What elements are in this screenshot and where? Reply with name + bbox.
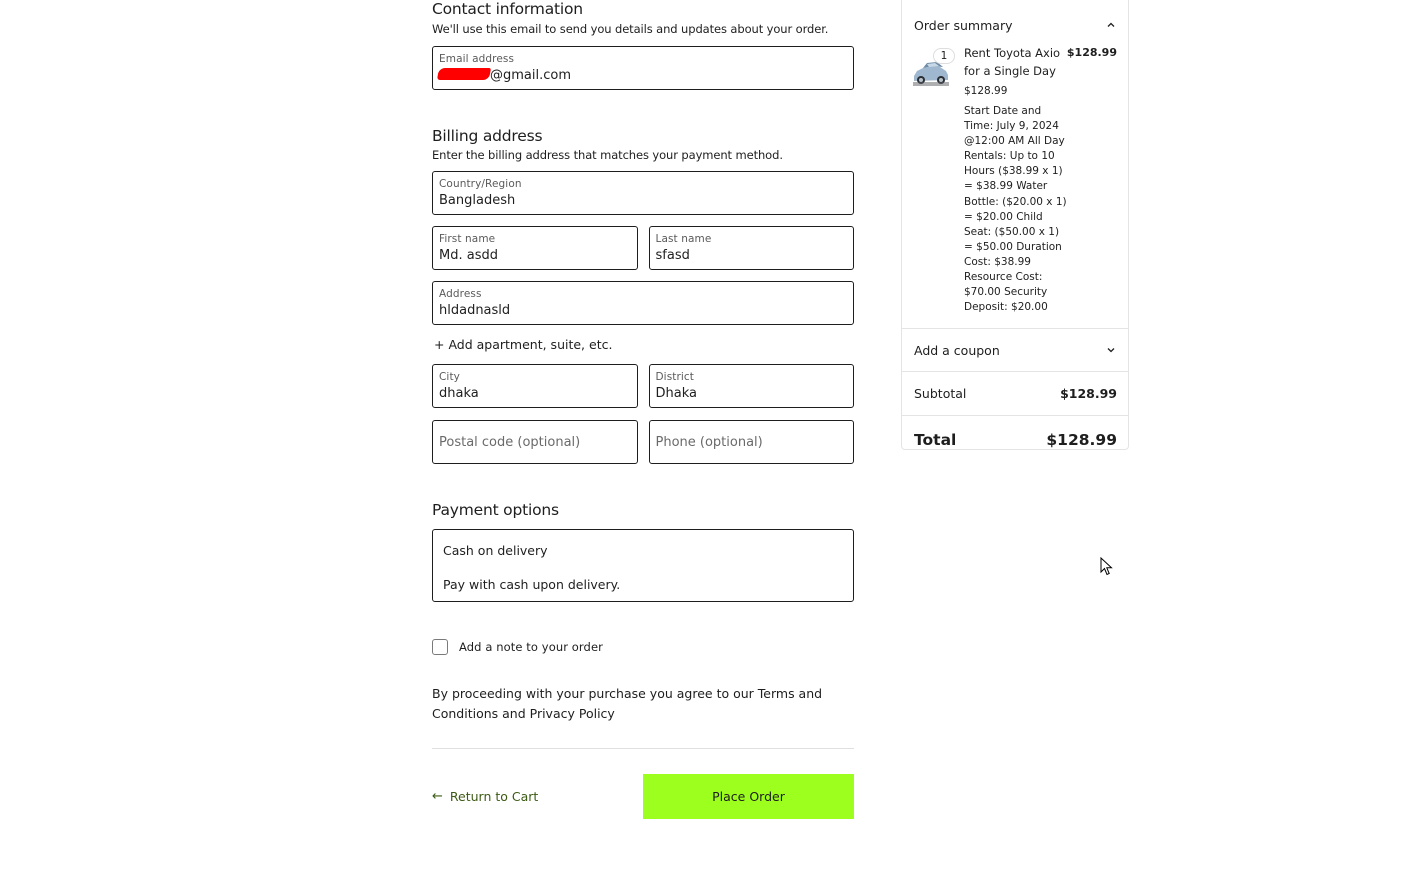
postal-phone-row: Postal code (optional) Phone (optional) bbox=[432, 420, 854, 464]
billing-description: Enter the billing address that matches y… bbox=[432, 148, 783, 162]
first-name-field[interactable]: First name Md. asdd bbox=[432, 226, 638, 270]
district-value: Dhaka bbox=[655, 386, 697, 401]
checkout-page: Contact information We'll use this email… bbox=[0, 0, 1410, 881]
order-note-label[interactable]: Add a note to your order bbox=[459, 640, 603, 654]
country-value: Bangladesh bbox=[439, 193, 516, 208]
payment-section: Payment options Cash on delivery Pay wit… bbox=[432, 501, 854, 602]
line-item-meta: Start Date and Time: July 9, 2024 @12:00… bbox=[964, 105, 1067, 314]
contact-section: Contact information We'll use this email… bbox=[432, 0, 854, 90]
email-domain: @gmail.com bbox=[490, 68, 572, 83]
address-value: hldadnasld bbox=[439, 303, 511, 318]
chevron-up-icon[interactable] bbox=[1106, 20, 1116, 30]
total-label: Total bbox=[914, 431, 957, 450]
car-thumbnail: 1 bbox=[913, 48, 955, 88]
line-item-details: Rent Toyota Axio for a Single Day $128.9… bbox=[964, 44, 1067, 315]
arrow-left-icon: ← bbox=[432, 789, 443, 804]
city-field[interactable]: City dhaka bbox=[432, 364, 638, 408]
address-field[interactable]: Address hldadnasld bbox=[432, 281, 854, 325]
first-name-value: Md. asdd bbox=[439, 248, 498, 263]
payment-method-description: Pay with cash upon delivery. bbox=[443, 577, 621, 592]
payment-method-cod[interactable]: Cash on delivery Pay with cash upon deli… bbox=[432, 529, 854, 602]
contact-description: We'll use this email to send you details… bbox=[432, 22, 829, 36]
quantity-badge: 1 bbox=[933, 48, 955, 64]
add-apartment-link[interactable]: + Add apartment, suite, etc. bbox=[434, 337, 854, 353]
add-coupon-label: Add a coupon bbox=[914, 342, 1000, 358]
city-label: City bbox=[439, 371, 460, 383]
line-item-name: Rent Toyota Axio for a Single Day bbox=[964, 46, 1061, 78]
line-item-total: $128.99 bbox=[1066, 46, 1117, 59]
order-summary-title: Order summary bbox=[914, 17, 1013, 33]
add-coupon-toggle[interactable]: Add a coupon bbox=[902, 329, 1128, 371]
address-label: Address bbox=[439, 288, 482, 300]
postal-code-field[interactable]: Postal code (optional) bbox=[432, 420, 638, 464]
billing-title: Billing address bbox=[432, 127, 543, 145]
name-row: First name Md. asdd Last name sfasd bbox=[432, 226, 854, 270]
actions-divider bbox=[432, 748, 854, 749]
chevron-down-icon bbox=[1107, 348, 1115, 353]
order-note-row: Add a note to your order bbox=[432, 639, 854, 655]
mouse-cursor-icon bbox=[1100, 557, 1113, 576]
place-order-button[interactable]: Place Order bbox=[643, 774, 854, 819]
subtotal-value: $128.99 bbox=[1060, 386, 1117, 402]
subtotal-label: Subtotal bbox=[914, 386, 967, 402]
checkout-form: Contact information We'll use this email… bbox=[432, 0, 854, 819]
return-to-cart-link[interactable]: ← Return to Cart bbox=[432, 789, 538, 804]
total-row: Total $128.99 bbox=[902, 416, 1128, 464]
first-name-label: First name bbox=[439, 233, 496, 245]
terms-text: By proceeding with your purchase you agr… bbox=[432, 686, 823, 721]
district-label: District bbox=[655, 371, 695, 383]
contact-title: Contact information bbox=[432, 0, 583, 18]
billing-section: Billing address Enter the billing addres… bbox=[432, 127, 854, 464]
return-to-cart-label: Return to Cart bbox=[449, 789, 539, 804]
country-select[interactable]: Country/Region Bangladesh bbox=[432, 171, 854, 215]
payment-title: Payment options bbox=[432, 501, 559, 519]
last-name-label: Last name bbox=[655, 233, 712, 245]
order-note-checkbox[interactable] bbox=[432, 639, 448, 655]
last-name-value: sfasd bbox=[655, 248, 690, 263]
city-value: dhaka bbox=[439, 386, 479, 401]
email-label: Email address bbox=[439, 53, 515, 65]
subtotal-row: Subtotal $128.99 bbox=[902, 372, 1128, 415]
order-summary-panel: Order summary 1 Rent Toyota Axio for a S… bbox=[901, 0, 1129, 450]
checkout-actions: ← Return to Cart Place Order bbox=[432, 774, 854, 819]
order-summary-header[interactable]: Order summary bbox=[902, 0, 1128, 36]
city-row: City dhaka District Dhaka bbox=[432, 364, 854, 408]
order-line-item: 1 Rent Toyota Axio for a Single Day $128… bbox=[902, 36, 1128, 315]
line-item-unit-price: $128.99 bbox=[964, 85, 1008, 97]
last-name-field[interactable]: Last name sfasd bbox=[648, 226, 854, 270]
total-value: $128.99 bbox=[1046, 431, 1117, 450]
payment-method-title: Cash on delivery bbox=[443, 543, 548, 558]
district-select[interactable]: District Dhaka bbox=[648, 364, 854, 408]
postal-code-placeholder: Postal code (optional) bbox=[439, 434, 581, 450]
country-label: Country/Region bbox=[439, 178, 522, 190]
redaction-mark bbox=[436, 68, 492, 80]
phone-field[interactable]: Phone (optional) bbox=[648, 420, 854, 464]
phone-placeholder: Phone (optional) bbox=[655, 434, 763, 450]
email-value[interactable]: @gmail.com bbox=[436, 67, 847, 85]
email-field[interactable]: Email address @gmail.com bbox=[432, 46, 854, 90]
